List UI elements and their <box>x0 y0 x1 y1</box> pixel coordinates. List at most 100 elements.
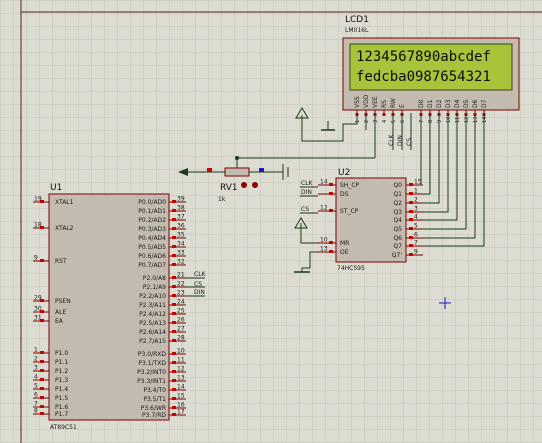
lcd-pin-label: VEE <box>372 96 379 108</box>
u2-pin-number: 4 <box>414 214 418 221</box>
u1-pin-number: 23 <box>177 290 185 297</box>
u1-pin-number: 14 <box>177 384 185 391</box>
u1-pin-label: P1.5 <box>55 395 68 402</box>
lcd-pin-label: VDD <box>363 94 370 108</box>
u1-pin-marker <box>172 370 176 373</box>
u2-pin-number: 12 <box>320 205 328 212</box>
u1-pin-label: P0.2/AD2 <box>138 217 166 224</box>
u2-pin-marker <box>409 192 413 195</box>
u1-pin-marker <box>172 361 176 364</box>
u2-pin-marker <box>409 183 413 186</box>
u1-pin-marker <box>172 321 176 324</box>
u1-pin-marker <box>40 387 44 390</box>
u2-ref: U2 <box>338 168 350 178</box>
lcd-pin-number: 10 <box>446 117 452 123</box>
u1-pin-marker <box>172 227 176 230</box>
u1-pin-number: 19 <box>34 196 42 203</box>
u1-pin-marker <box>172 245 176 248</box>
u1-pin-label: P2.4/A12 <box>139 311 166 318</box>
u1-pin-number: 25 <box>177 308 185 315</box>
u1-pin-number: 16 <box>177 402 185 409</box>
u1-pin-label: P2.7/A15 <box>139 338 166 345</box>
u2-pin-number: 7 <box>414 240 418 247</box>
u1-pin-number: 4 <box>34 374 38 381</box>
u2-pin-label: Q5 <box>393 226 402 233</box>
u2-pin-label: Q2 <box>393 200 402 207</box>
lcd-pin-number: 6 <box>400 120 406 123</box>
rv1-probe-red <box>207 168 212 172</box>
u1-pin-marker <box>172 218 176 221</box>
u2-pin-number: 14 <box>320 179 328 186</box>
u1-pin-marker <box>172 406 176 409</box>
u1-pin-label: P1.6 <box>55 404 68 411</box>
u1-pin-label: P3.4/T0 <box>143 387 166 394</box>
u2-pin-marker <box>409 253 413 256</box>
u1-pin-label: RST <box>55 258 67 265</box>
u2-pin-number: 5 <box>414 223 418 230</box>
u1-pin-marker <box>40 378 44 381</box>
u1-pin-label: P0.7/AD7 <box>138 262 166 269</box>
u2-pin-marker <box>329 250 333 253</box>
lcd-pin-number: 13 <box>473 117 479 123</box>
u1-pin-marker <box>172 209 176 212</box>
rv1-body <box>224 167 250 177</box>
u1-pin-number: 28 <box>177 335 185 342</box>
u1-pin-label: P1.4 <box>55 386 68 393</box>
u2-pin-label: SH_CP <box>340 182 360 189</box>
u1-pin-number: 2 <box>34 356 38 363</box>
lcd-line-2: fedcba0987654321 <box>356 69 491 85</box>
u1-pin-number: 24 <box>177 299 185 306</box>
u1-pin-marker <box>40 412 44 415</box>
lcd-pin-number: 7 <box>419 120 425 123</box>
lcd-net-clk: CLK <box>388 133 395 146</box>
u2-pin-number: 3 <box>414 206 418 213</box>
u1-pin-label: P2.2/A10 <box>139 293 166 300</box>
u1-pin-label: P0.4/AD4 <box>138 235 166 242</box>
u1-pin-label: P3.3/INT1 <box>137 378 166 385</box>
u1-pin-label: P1.7 <box>55 411 68 418</box>
u1-pin-number: 26 <box>177 317 185 324</box>
u1-pin-number: 37 <box>177 214 185 221</box>
schematic-sheet[interactable]: LCD1 LM016L 1234567890abcdef fedcba09876… <box>0 0 542 443</box>
u1-pin-marker <box>172 379 176 382</box>
u1-pin-label: P3.7/RD <box>142 412 166 419</box>
u1-pin-number: 8 <box>34 408 38 415</box>
lcd-pin-label: D0 <box>418 99 425 108</box>
u1-pin-marker <box>172 303 176 306</box>
u2-pin-marker <box>409 201 413 204</box>
u1-pin-number: 7 <box>34 401 38 408</box>
u1-pin-marker <box>40 360 44 363</box>
u1-pin-number: 10 <box>177 348 185 355</box>
lcd-ref: LCD1 <box>345 15 369 25</box>
u1-pin-marker <box>172 263 176 266</box>
u1-model: AT89C51 <box>50 424 77 431</box>
rv1-value: 1k <box>218 196 226 203</box>
lcd-pin-label: D6 <box>472 99 479 108</box>
u2-pin-number: 13 <box>320 246 328 253</box>
u1-pin-label: ALE <box>55 309 66 316</box>
lcd-pin-label: D2 <box>436 99 443 108</box>
u2-pin-marker <box>329 192 333 195</box>
u1-ref: U1 <box>50 183 62 193</box>
lcd-pin-number: 2 <box>364 120 370 123</box>
u1-microcontroller[interactable]: U1 AT89C51 19 XTAL118 XTAL29 RST29 PSEN30 ALE… <box>33 183 186 431</box>
lcd-pin-label: E <box>399 104 406 108</box>
u1-pin-marker <box>40 396 44 399</box>
u1-pin-label: P1.2 <box>55 368 68 375</box>
u1-pin-label: P0.1/AD1 <box>138 208 166 215</box>
u1-pin-marker <box>40 405 44 408</box>
rv1-ref: RV1 <box>220 183 238 193</box>
lcd-pin-label: VSS <box>354 96 361 108</box>
u1-pin-label: XTAL1 <box>55 199 74 206</box>
u1-pin-number: 39 <box>177 196 185 203</box>
u1-pin-number: 30 <box>34 306 42 313</box>
u1-pin-label: XTAL2 <box>55 225 74 232</box>
u1-pin-label: P3.5/T1 <box>143 396 166 403</box>
u1-pin-marker <box>40 259 44 262</box>
u1-pin-label: P1.1 <box>55 359 68 366</box>
u1-pin-number: 9 <box>34 255 38 262</box>
u1-pin-number: 34 <box>177 241 185 248</box>
u2-net-label: CS <box>301 206 309 213</box>
u1-pin-label: PSEN <box>55 298 71 305</box>
lcd-pin-number: 12 <box>464 117 470 123</box>
